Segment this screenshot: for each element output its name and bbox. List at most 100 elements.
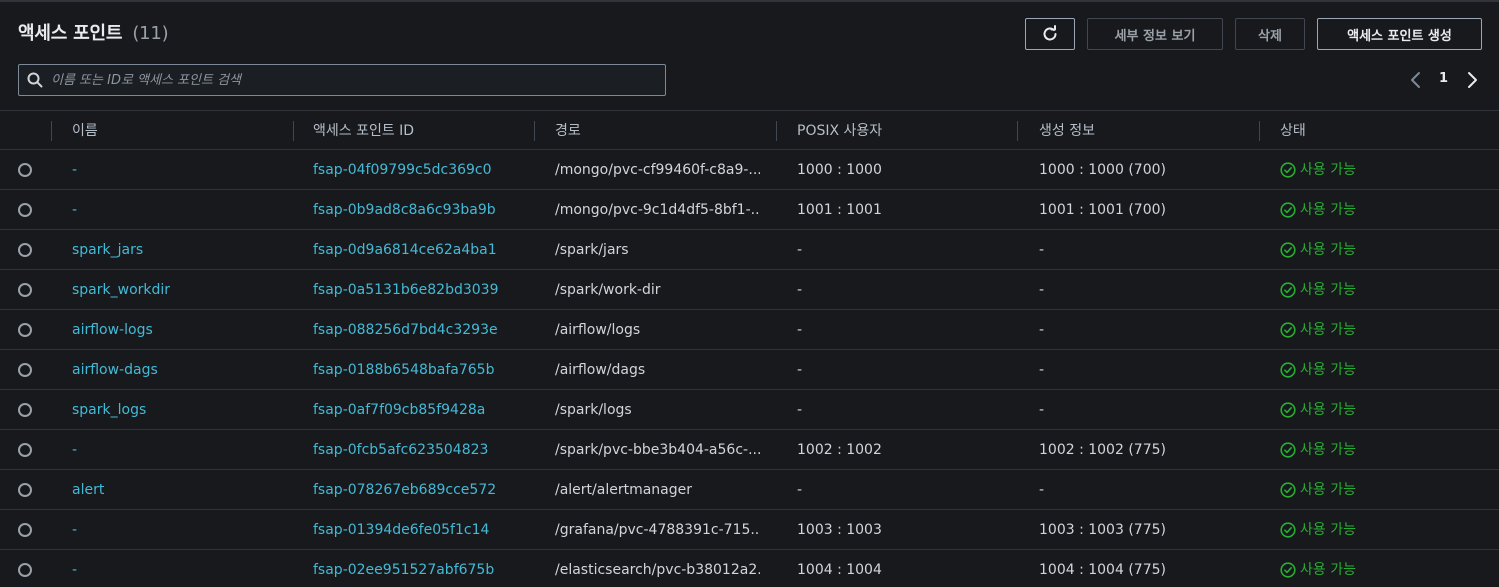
table-row[interactable]: - fsap-01394de6fe05f1c14/grafana/pvc-4788… (0, 510, 1499, 550)
cell-access-point-id[interactable]: fsap-088256d7bd4c3293e (313, 310, 528, 350)
check-circle-icon (1280, 442, 1296, 458)
row-select-radio[interactable] (18, 243, 32, 257)
view-details-button[interactable]: 세부 정보 보기 (1087, 18, 1223, 50)
cell-name[interactable]: spark_logs (72, 390, 287, 430)
cell-access-point-id[interactable]: fsap-0af7f09cb85f9428a (313, 390, 528, 430)
cell-status: 사용 가능 (1280, 270, 1480, 310)
cell-access-point-id[interactable]: fsap-0a5131b6e82bd3039 (313, 270, 528, 310)
refresh-button[interactable] (1025, 18, 1075, 50)
cell-name[interactable]: alert (72, 470, 287, 510)
chevron-right-icon[interactable] (1463, 70, 1481, 90)
column-header-name[interactable]: 이름 (72, 111, 98, 151)
table-row[interactable]: - fsap-0fcb5afc623504823/spark/pvc-bbe3b4… (0, 430, 1499, 470)
cell-access-point-id[interactable]: fsap-01394de6fe05f1c14 (313, 510, 528, 550)
cell-access-point-id[interactable]: fsap-04f09799c5dc369c0 (313, 150, 528, 190)
row-select-radio[interactable] (18, 443, 32, 457)
row-select-radio[interactable] (18, 483, 32, 497)
cell-name[interactable]: - (72, 190, 287, 230)
cell-status: 사용 가능 (1280, 430, 1480, 470)
delete-button[interactable]: 삭제 (1235, 18, 1305, 50)
item-count: (11) (132, 23, 169, 44)
cell-path: /alert/alertmanager (555, 482, 693, 498)
cell-name[interactable]: - (72, 550, 287, 587)
column-divider (776, 121, 777, 141)
table-row[interactable]: airflow-logs fsap-088256d7bd4c3293e/airfl… (0, 310, 1499, 350)
cell-name[interactable]: spark_jars (72, 230, 287, 270)
cell-access-point-id[interactable]: fsap-0b9ad8c8a6c93ba9b (313, 190, 528, 230)
cell-status: 사용 가능 (1280, 150, 1480, 190)
cell-name[interactable]: - (72, 510, 287, 550)
status-text: 사용 가능 (1300, 162, 1356, 178)
check-circle-icon (1280, 362, 1296, 378)
table-header: 이름 액세스 포인트 ID 경로 POSIX 사용자 생성 정보 상태 (0, 110, 1499, 150)
cell-posix-user: - (797, 242, 803, 258)
status-text: 사용 가능 (1300, 282, 1356, 298)
row-select-radio[interactable] (18, 563, 32, 577)
search-input[interactable] (51, 65, 651, 95)
column-header-posix[interactable]: POSIX 사용자 (797, 111, 882, 151)
cell-name[interactable]: spark_workdir (72, 270, 287, 310)
status-text: 사용 가능 (1300, 402, 1356, 418)
cell-creation-info: - (1039, 482, 1045, 498)
table-row[interactable]: spark_jars fsap-0d9a6814ce62a4ba1/spark/j… (0, 230, 1499, 270)
cell-creation-info: - (1039, 282, 1045, 298)
status-text: 사용 가능 (1300, 522, 1356, 538)
cell-name[interactable]: - (72, 150, 287, 190)
column-header-id[interactable]: 액세스 포인트 ID (313, 111, 414, 151)
status-text: 사용 가능 (1300, 562, 1356, 578)
cell-access-point-id[interactable]: fsap-02ee951527abf675b (313, 550, 528, 587)
column-divider (1259, 121, 1260, 141)
row-select-radio[interactable] (18, 523, 32, 537)
cell-name[interactable]: - (72, 430, 287, 470)
row-select-radio[interactable] (18, 363, 32, 377)
table-body: - fsap-04f09799c5dc369c0/mongo/pvc-cf9946… (0, 150, 1499, 587)
access-points-panel: 액세스 포인트 (11) 세부 정보 보기 삭제 액세스 포인트 생성 1 (0, 0, 1499, 587)
cell-status: 사용 가능 (1280, 510, 1480, 550)
table-row[interactable]: airflow-dags fsap-0188b6548bafa765b/airfl… (0, 350, 1499, 390)
cell-access-point-id[interactable]: fsap-0d9a6814ce62a4ba1 (313, 230, 528, 270)
column-header-status[interactable]: 상태 (1280, 111, 1306, 151)
column-divider (1017, 121, 1018, 141)
cell-path: /airflow/dags (555, 362, 646, 378)
cell-status: 사용 가능 (1280, 190, 1480, 230)
column-header-path[interactable]: 경로 (555, 111, 581, 151)
row-select-radio[interactable] (18, 203, 32, 217)
create-access-point-button[interactable]: 액세스 포인트 생성 (1317, 18, 1482, 50)
column-divider (51, 121, 52, 141)
row-select-radio[interactable] (18, 283, 32, 297)
cell-access-point-id[interactable]: fsap-0188b6548bafa765b (313, 350, 528, 390)
table-row[interactable]: - fsap-02ee951527abf675b/elasticsearch/pv… (0, 550, 1499, 587)
column-divider (534, 121, 535, 141)
cell-name[interactable]: airflow-dags (72, 350, 287, 390)
table-row[interactable]: alert fsap-078267eb689cce572/alert/alertm… (0, 470, 1499, 510)
table-row[interactable]: spark_logs fsap-0af7f09cb85f9428a/spark/l… (0, 390, 1499, 430)
row-select-radio[interactable] (18, 163, 32, 177)
row-select-radio[interactable] (18, 403, 32, 417)
cell-status: 사용 가능 (1280, 470, 1480, 510)
page-title: 액세스 포인트 (11) (18, 19, 169, 45)
cell-path: /mongo/pvc-9c1d4df5-8bf1-... (555, 202, 760, 218)
check-circle-icon (1280, 522, 1296, 538)
current-page[interactable]: 1 (1439, 71, 1448, 86)
check-circle-icon (1280, 322, 1296, 338)
cell-posix-user: 1003 : 1003 (797, 522, 882, 538)
status-text: 사용 가능 (1300, 442, 1356, 458)
check-circle-icon (1280, 562, 1296, 578)
cell-path: /airflow/logs (555, 322, 641, 338)
cell-creation-info: 1001 : 1001 (700) (1039, 202, 1166, 218)
cell-access-point-id[interactable]: fsap-0fcb5afc623504823 (313, 430, 528, 470)
check-circle-icon (1280, 202, 1296, 218)
cell-creation-info: - (1039, 402, 1045, 418)
cell-access-point-id[interactable]: fsap-078267eb689cce572 (313, 470, 528, 510)
table-row[interactable]: spark_workdir fsap-0a5131b6e82bd3039/spar… (0, 270, 1499, 310)
cell-status: 사용 가능 (1280, 310, 1480, 350)
chevron-left-icon[interactable] (1407, 70, 1425, 90)
row-select-radio[interactable] (18, 323, 32, 337)
cell-creation-info: 1002 : 1002 (775) (1039, 442, 1166, 458)
table-row[interactable]: - fsap-04f09799c5dc369c0/mongo/pvc-cf9946… (0, 150, 1499, 190)
pagination: 1 (1405, 68, 1485, 92)
cell-name[interactable]: airflow-logs (72, 310, 287, 350)
column-header-creation[interactable]: 생성 정보 (1039, 111, 1095, 151)
table-row[interactable]: - fsap-0b9ad8c8a6c93ba9b/mongo/pvc-9c1d4d… (0, 190, 1499, 230)
status-text: 사용 가능 (1300, 362, 1356, 378)
